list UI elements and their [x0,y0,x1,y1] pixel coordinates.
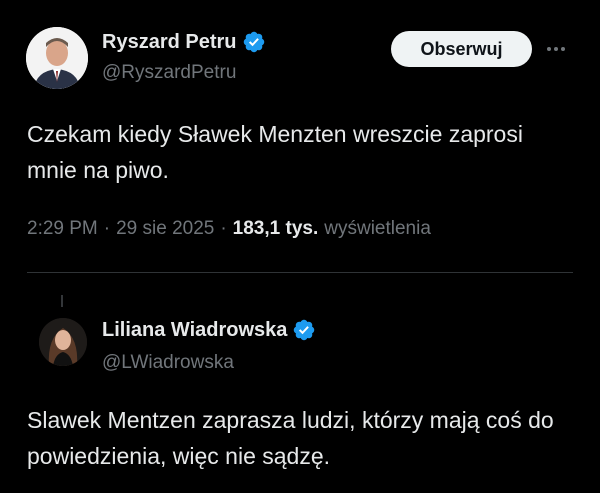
reply-author-handle[interactable]: @LWiadrowska [102,352,234,374]
follow-button[interactable]: Obserwuj [391,31,532,67]
thread-connector-line [61,295,63,307]
views-count[interactable]: 183,1 tys. [233,218,319,240]
avatar[interactable] [26,27,88,89]
verified-badge-icon [294,319,315,341]
tweet: Ryszard Petru @RyszardPetru Obserwuj Cze… [0,0,600,272]
tweet-time[interactable]: 2:29 PM [27,218,98,240]
author-name-row[interactable]: Ryszard Petru [102,30,266,54]
verified-badge-icon [243,31,264,53]
author-name[interactable]: Ryszard Petru [102,31,237,54]
meta-separator: · [220,218,227,239]
tweet-date[interactable]: 29 sie 2025 [116,218,214,240]
reply-author-name[interactable]: Liliana Wiadrowska [102,319,287,342]
reply-text: Slawek Mentzen zaprasza ludzi, którzy ma… [27,407,554,469]
more-horizontal-icon [547,47,565,51]
author-handle[interactable]: @RyszardPetru [102,62,236,84]
reply-author-name-row[interactable]: Liliana Wiadrowska [102,318,316,342]
tweet-meta: 2:29 PM · 29 sie 2025 · 183,1 tys. wyświ… [27,218,431,240]
views-label[interactable]: wyświetlenia [324,218,431,240]
avatar-photo-icon [39,318,87,366]
divider [27,272,573,273]
avatar-photo-icon [26,27,88,89]
meta-separator: · [103,218,111,239]
reply-avatar[interactable] [39,318,87,366]
tweet-text: Czekam kiedy Sławek Menzten wreszcie zap… [27,121,523,183]
more-options-button[interactable] [538,31,574,67]
